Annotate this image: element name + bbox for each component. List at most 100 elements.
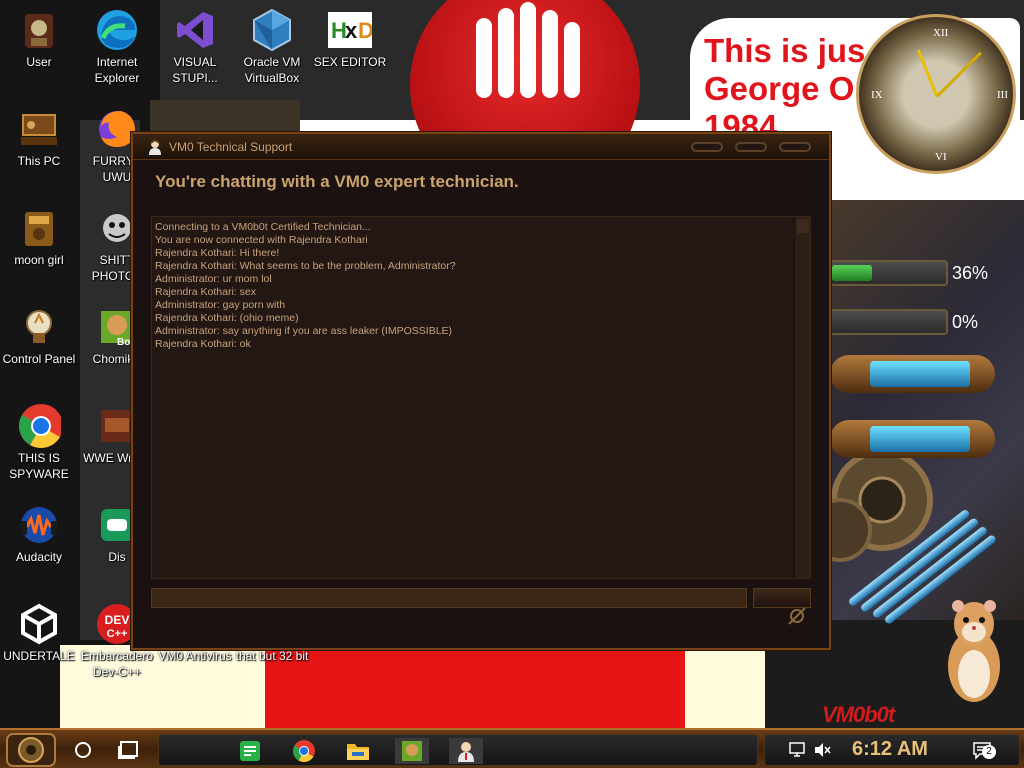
chat-log[interactable]: Connecting to a VM0b0t Certified Technic… [151, 216, 811, 579]
clock-numeral: XII [933, 27, 949, 39]
chrome-icon [293, 740, 315, 762]
chat-message-input[interactable] [151, 588, 747, 608]
desktop-icon-sex-editor[interactable]: HxD SEX EDITOR [311, 2, 389, 70]
hand-finger [564, 22, 580, 98]
clock-numeral: VI [935, 151, 947, 163]
task-view-button[interactable] [114, 736, 144, 764]
desktop-icon-moon-girl[interactable]: moon girl [0, 200, 78, 268]
chat-line: Rajendra Kothari: Hi there! [155, 247, 280, 259]
chat-line: You are now connected with Rajendra Koth… [155, 234, 368, 246]
desktop-icon-audacity[interactable]: Audacity [0, 497, 78, 565]
desktop-icon-label: This PC [17, 154, 61, 168]
desktop-icon-control-panel[interactable]: Control Panel [0, 299, 78, 367]
virtualbox-icon [250, 8, 294, 52]
search-button[interactable] [68, 736, 98, 764]
clock-numeral: IX [871, 89, 883, 101]
chat-line: Administrator: ur mom lol [155, 273, 272, 285]
desktop-icon-user[interactable]: User [0, 2, 78, 70]
hand-finger [542, 10, 558, 98]
desktop-icon-label: Embarcadero Dev-C++ [80, 649, 154, 679]
taskbar-app-chomik-box[interactable] [395, 738, 429, 764]
svg-text:D: D [358, 18, 372, 43]
clock-numeral: III [997, 89, 1008, 101]
desktop-icon-label: Internet Explorer [94, 55, 140, 85]
desktop-icon-virtualbox[interactable]: Oracle VM VirtualBox [233, 2, 311, 86]
vm0b0t-watermark: VM0b0t [822, 702, 895, 727]
ram-gauge [828, 309, 948, 335]
taskbar: 6:12 AM 2 [0, 728, 1024, 768]
desktop-icon-label: that but 32 bit [235, 649, 309, 663]
chrome-icon [17, 404, 61, 448]
chomik-box-icon [402, 741, 422, 761]
taskbar-app-file-explorer[interactable] [341, 738, 375, 764]
window-title: VM0 Technical Support [169, 140, 293, 154]
desktop-icon-label: moon girl [14, 253, 64, 267]
taskbar-app-chrome[interactable] [287, 738, 321, 764]
tube-gauge-fill [870, 426, 970, 452]
volume-muted-icon[interactable] [812, 740, 832, 760]
desktop-icon-label: User [26, 55, 52, 69]
resize-grip-icon[interactable] [785, 604, 809, 628]
sticky-notes-icon [240, 741, 260, 761]
chat-scrollbar[interactable] [794, 217, 810, 578]
desktop-icon-label: UNDERTALE [3, 649, 75, 663]
cpu-gauge [828, 260, 948, 286]
desktop-icon-visual-studio[interactable]: VISUAL STUPI... [156, 2, 234, 86]
ram-gauge-label: 0% [952, 312, 979, 332]
tech-support-window: VM0 Technical Support You're chatting wi… [131, 132, 831, 650]
desktop-icon-internet-explorer[interactable]: Internet Explorer [78, 2, 156, 86]
tube-gauge-fill [870, 361, 970, 387]
edge-icon [95, 8, 139, 52]
network-icon[interactable] [788, 740, 808, 760]
desktop-icon-label: THIS IS SPYWARE [9, 451, 69, 481]
tech-support-icon [149, 139, 161, 155]
control-panel-icon [17, 305, 61, 349]
wallpaper-steampunk-panel [150, 100, 300, 135]
file-explorer-icon [347, 744, 369, 760]
chat-line: Rajendra Kothari: (ohio meme) [155, 312, 299, 324]
this-pc-icon [17, 107, 61, 151]
taskbar-app-sticky-notes[interactable] [233, 738, 267, 764]
wallpaper-red-block [265, 648, 685, 728]
chat-lines: Connecting to a VM0b0t Certified Technic… [152, 217, 810, 355]
tech-support-icon [458, 742, 474, 762]
chat-line: Rajendra Kothari: sex [155, 286, 256, 298]
cpu-gauge-fill [832, 265, 873, 281]
moon-girl-icon [17, 206, 61, 250]
wallpaper-pale-block [685, 645, 765, 728]
tube-gauge [830, 355, 995, 393]
hamster-image [948, 600, 1000, 702]
chat-line: Rajendra Kothari: ok [155, 338, 251, 350]
chat-scrollbar-thumb[interactable] [797, 219, 809, 233]
desktop-icon-undertale[interactable]: UNDERTALE [0, 596, 78, 664]
maximize-button[interactable] [735, 142, 767, 152]
chat-line: Administrator: say anything if you are a… [155, 325, 453, 337]
desktop-icon-chrome-spyware[interactable]: THIS IS SPYWARE [0, 398, 78, 482]
start-button[interactable] [6, 733, 56, 767]
cpu-gauge-label: 36% [952, 263, 989, 283]
close-button[interactable] [779, 142, 811, 152]
taskbar-apps [158, 734, 758, 766]
audacity-icon [17, 503, 61, 547]
hxd-icon: HxD [328, 8, 372, 52]
clock-gadget: XII III VI IX [856, 14, 1016, 174]
desktop-icon-label: VM0 Antivirus [158, 649, 232, 663]
unity-icon [17, 602, 61, 646]
notification-badge: 2 [982, 745, 996, 759]
tube-gauge [830, 420, 995, 458]
window-titlebar[interactable]: VM0 Technical Support [133, 134, 829, 160]
svg-text:x: x [345, 18, 358, 43]
chat-line: Rajendra Kothari: What seems to be the p… [155, 260, 456, 272]
visual-studio-icon [173, 8, 217, 52]
minimize-button[interactable] [691, 142, 723, 152]
desktop-icon-this-pc[interactable]: This PC [0, 101, 78, 169]
clock-hour-hand [916, 49, 939, 98]
taskbar-clock[interactable]: 6:12 AM [852, 738, 928, 761]
desktop-icon-label: Audacity [15, 550, 63, 564]
chat-line: Administrator: gay porn with [155, 299, 286, 311]
svg-text:C++: C++ [107, 628, 128, 640]
chat-line: Connecting to a VM0b0t Certified Technic… [155, 221, 371, 233]
taskbar-app-tech-support[interactable] [449, 738, 483, 764]
wallpaper-orwell-text: This is jus George Or 1984 [704, 32, 868, 145]
hand-finger [476, 18, 492, 98]
